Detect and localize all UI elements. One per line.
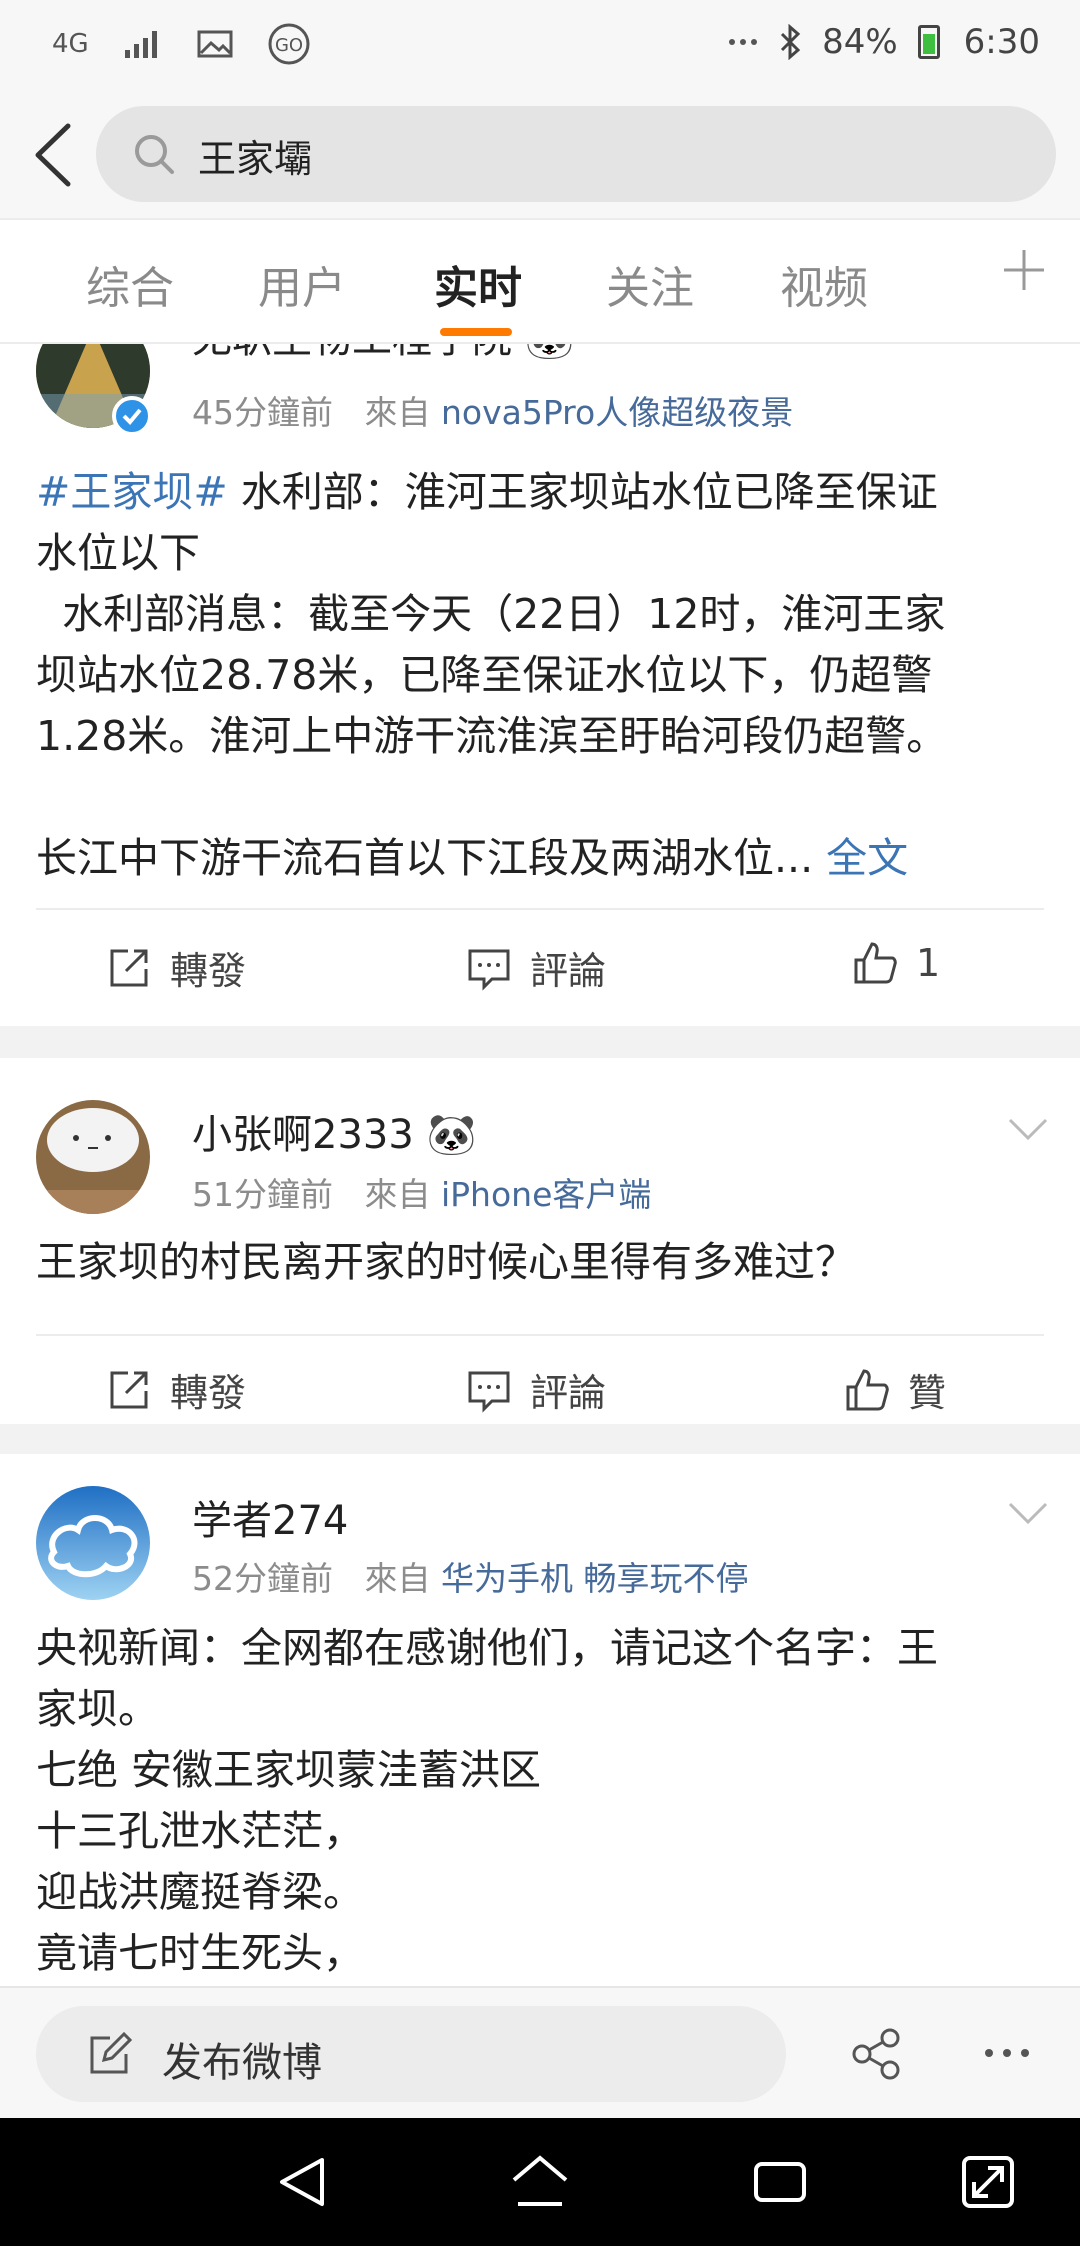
comment-icon: [468, 949, 510, 991]
repost-button[interactable]: 轉發: [106, 940, 246, 995]
nav-recents-icon[interactable]: [750, 2152, 810, 2212]
repost-button[interactable]: 轉發: [106, 1362, 246, 1417]
clock: 6:30: [963, 22, 1040, 62]
like-label: 贊: [908, 1371, 947, 1415]
author-name[interactable]: 无职生物工程学院 🐼: [192, 344, 575, 364]
chevron-down-icon[interactable]: [1006, 1114, 1050, 1144]
avatar-image: [36, 1486, 150, 1600]
like-button[interactable]: 贊: [844, 1362, 946, 1417]
post-meta: 52分鐘前 來自 华为手机 畅享玩不停: [192, 1552, 748, 1600]
post-source[interactable]: nova5Pro人像超级夜景: [441, 393, 793, 432]
avatar-image: [36, 1100, 150, 1214]
battery-icon: [917, 25, 940, 59]
status-bar: 4G GO 84% 6:30: [0, 0, 1080, 92]
tab-comprehensive[interactable]: 综合: [86, 252, 174, 316]
more-dots-icon: [729, 39, 758, 45]
thumbs-up-icon: [854, 942, 897, 984]
post-card[interactable]: 学者274 52分鐘前 來自 华为手机 畅享玩不停 央视新闻：全网都在感谢他们，…: [0, 1454, 1080, 1986]
read-more-link[interactable]: 全文: [826, 834, 908, 882]
hashtag-link[interactable]: #王家坝#: [36, 468, 228, 516]
add-tab-icon[interactable]: [1000, 246, 1048, 294]
tab-following[interactable]: 关注: [606, 252, 694, 316]
author-name[interactable]: 学者274: [192, 1488, 348, 1546]
nav-back-icon[interactable]: [272, 2152, 332, 2212]
post-source[interactable]: iPhone客户端: [441, 1175, 651, 1214]
post-body[interactable]: 王家坝的村民离开家的时候心里得有多难过？: [36, 1232, 1046, 1293]
repost-icon: [110, 1371, 148, 1408]
back-arrow-icon[interactable]: [24, 118, 84, 192]
tab-video[interactable]: 视频: [780, 252, 868, 316]
compose-weibo-button[interactable]: 发布微博: [36, 2006, 786, 2102]
avatar[interactable]: [36, 1100, 150, 1214]
bluetooth-icon: [781, 24, 801, 60]
post-meta: 51分鐘前 來自 iPhone客户端: [192, 1168, 651, 1216]
post-body[interactable]: #王家坝# 水利部：淮河王家坝站水位已降至保证 水位以下 水利部消息：截至今天（…: [36, 462, 1046, 889]
post-time: 45分鐘前: [192, 393, 333, 432]
post-card[interactable]: 无职生物工程学院 🐼 45分鐘前 來自 nova5Pro人像超级夜景 #王家坝#…: [0, 344, 1080, 1026]
post-card[interactable]: 小张啊2333 🐼 51分鐘前 來自 iPhone客户端 王家坝的村民离开家的时…: [0, 1058, 1080, 1424]
search-header: 王家壩: [0, 92, 1080, 218]
post-body[interactable]: 央视新闻：全网都在感谢他们，请记这个名字：王 家坝。 七绝 安徽王家坝蒙洼蓄洪区…: [36, 1618, 1046, 1984]
battery-percent: 84%: [822, 22, 898, 62]
tab-users[interactable]: 用户: [258, 252, 346, 316]
post-time: 52分鐘前: [192, 1559, 333, 1598]
verified-icon: [112, 396, 152, 436]
tab-bar: 综合 用户 实时 关注 视频: [0, 218, 1080, 344]
avatar[interactable]: [36, 1486, 150, 1600]
like-button[interactable]: 1: [852, 940, 940, 986]
comment-button[interactable]: 評論: [466, 940, 606, 995]
nav-home-icon[interactable]: [510, 2152, 570, 2212]
from-label: 來自: [364, 1175, 431, 1214]
share-icon[interactable]: [850, 2028, 902, 2080]
panda-badge-icon: 🐼: [426, 1112, 477, 1158]
nav-expand-icon[interactable]: [958, 2152, 1018, 2212]
thumbs-up-icon: [846, 1368, 889, 1410]
comment-icon: [468, 1371, 510, 1413]
search-icon: [135, 135, 174, 174]
panda-badge-icon: 🐼: [525, 344, 575, 362]
feed[interactable]: 无职生物工程学院 🐼 45分鐘前 來自 nova5Pro人像超级夜景 #王家坝#…: [0, 344, 1080, 1986]
more-options-icon[interactable]: [984, 2046, 1030, 2060]
edit-icon: [90, 2032, 132, 2074]
like-count: 1: [916, 941, 941, 985]
post-meta: 45分鐘前 來自 nova5Pro人像超级夜景: [192, 386, 793, 434]
active-tab-indicator: [440, 328, 512, 336]
go-icon: GO: [268, 23, 310, 65]
network-type: 4G: [52, 29, 89, 59]
system-nav-bar: [0, 2118, 1080, 2246]
signal-icon: [124, 31, 157, 58]
divider: [36, 908, 1044, 910]
post-source[interactable]: 华为手机 畅享玩不停: [441, 1559, 749, 1598]
compose-bar: 发布微博: [0, 1986, 1080, 2118]
repost-icon: [110, 949, 148, 986]
from-label: 來自: [364, 1559, 431, 1598]
comment-button[interactable]: 評論: [466, 1362, 606, 1417]
chevron-down-icon[interactable]: [1006, 1498, 1050, 1528]
svg-text:GO: GO: [275, 35, 303, 56]
from-label: 來自: [364, 393, 431, 432]
post-time: 51分鐘前: [192, 1175, 333, 1214]
search-query: 王家壩: [198, 137, 313, 181]
gallery-icon: [197, 30, 233, 58]
divider: [36, 1334, 1044, 1336]
tab-realtime[interactable]: 实时: [434, 252, 522, 316]
author-name[interactable]: 小张啊2333 🐼: [192, 1102, 476, 1160]
search-input[interactable]: 王家壩: [96, 106, 1056, 202]
